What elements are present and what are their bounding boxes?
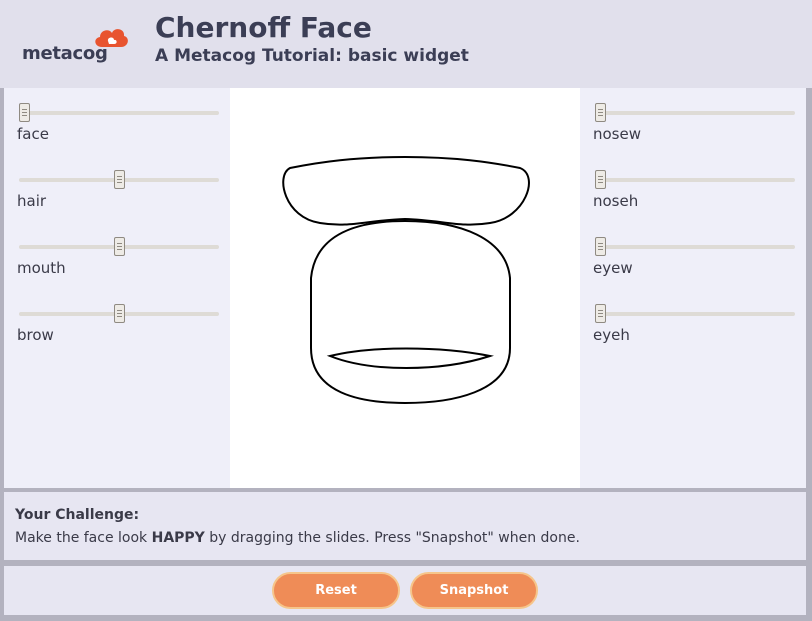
challenge-text-before: Make the face look bbox=[15, 530, 152, 546]
mouth-slider[interactable] bbox=[19, 237, 219, 257]
eyew-slider[interactable] bbox=[595, 237, 795, 257]
face-slider-label: face bbox=[17, 125, 49, 143]
page-subtitle: A Metacog Tutorial: basic widget bbox=[155, 46, 469, 66]
slider-track[interactable] bbox=[595, 178, 795, 182]
page-title: Chernoff Face bbox=[155, 11, 372, 44]
logo-wordmark: metacog bbox=[22, 43, 108, 64]
right-slider-panel: nosew noseh eyew eyeh bbox=[580, 88, 806, 488]
challenge-text-after: by dragging the slides. Press "Snapshot"… bbox=[204, 530, 580, 546]
eyeh-slider[interactable] bbox=[595, 304, 795, 324]
slider-track[interactable] bbox=[595, 111, 795, 115]
challenge-text: Make the face look HAPPY by dragging the… bbox=[15, 530, 795, 546]
noseh-slider[interactable] bbox=[595, 170, 795, 190]
brow-slider[interactable] bbox=[19, 304, 219, 324]
slider-handle[interactable] bbox=[595, 304, 606, 323]
slider-track[interactable] bbox=[595, 245, 795, 249]
metacog-logo: metacog bbox=[20, 20, 132, 68]
slider-handle[interactable] bbox=[19, 103, 30, 122]
noseh-slider-label: noseh bbox=[593, 192, 639, 210]
reset-button[interactable]: Reset bbox=[272, 572, 400, 609]
slider-handle[interactable] bbox=[595, 103, 606, 122]
mouth-slider-label: mouth bbox=[17, 259, 66, 277]
eyew-slider-label: eyew bbox=[593, 259, 633, 277]
hair-slider[interactable] bbox=[19, 170, 219, 190]
slider-track[interactable] bbox=[19, 111, 219, 115]
hair-slider-label: hair bbox=[17, 192, 47, 210]
slider-handle[interactable] bbox=[113, 237, 125, 256]
button-bar: Reset Snapshot bbox=[4, 566, 806, 615]
hair-shape bbox=[282, 155, 530, 226]
slider-handle[interactable] bbox=[595, 170, 606, 189]
challenge-emphasis: HAPPY bbox=[151, 530, 205, 546]
snapshot-button[interactable]: Snapshot bbox=[410, 572, 538, 609]
left-slider-panel: face hair mouth brow bbox=[4, 88, 230, 488]
brow-slider-label: brow bbox=[17, 326, 54, 344]
face-canvas bbox=[230, 88, 580, 488]
face-outline bbox=[310, 219, 511, 405]
app-header: metacog Chernoff Face A Metacog Tutorial… bbox=[0, 0, 812, 88]
slider-track[interactable] bbox=[595, 312, 795, 316]
slider-handle[interactable] bbox=[113, 304, 125, 323]
mouth-shape bbox=[326, 347, 494, 369]
face-slider[interactable] bbox=[19, 103, 219, 123]
chernoff-face-drawing bbox=[282, 155, 530, 405]
eyeh-slider-label: eyeh bbox=[593, 326, 630, 344]
slider-handle[interactable] bbox=[113, 170, 125, 189]
challenge-box: Your Challenge: Make the face look HAPPY… bbox=[4, 492, 806, 560]
slider-handle[interactable] bbox=[595, 237, 606, 256]
nosew-slider[interactable] bbox=[595, 103, 795, 123]
challenge-title: Your Challenge: bbox=[15, 507, 140, 523]
nosew-slider-label: nosew bbox=[593, 125, 641, 143]
